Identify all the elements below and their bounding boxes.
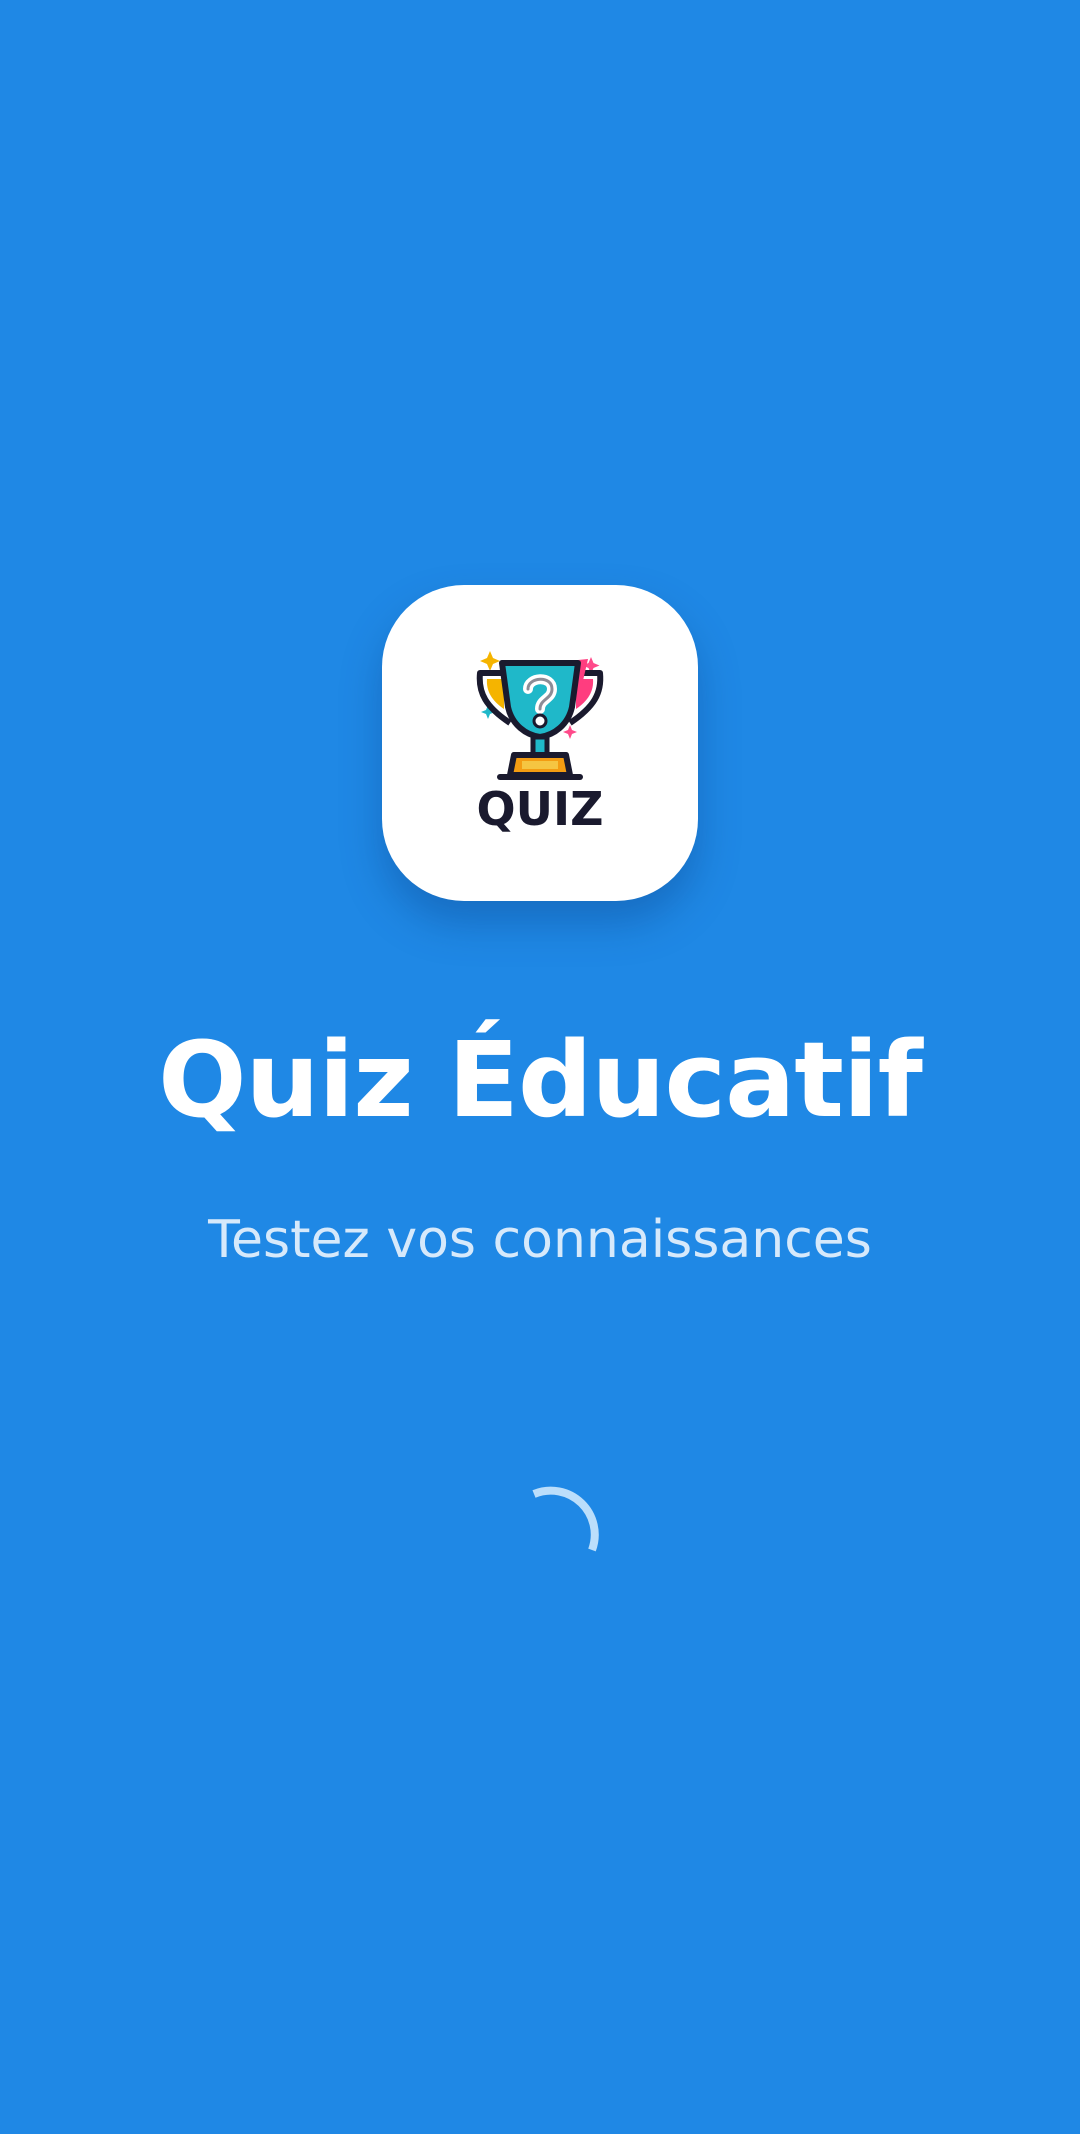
app-title: Quiz Éducatif	[158, 1019, 923, 1141]
app-logo: QUIZ	[382, 585, 698, 901]
app-subtitle: Testez vos connaissances	[208, 1210, 872, 1270]
logo-text: QUIZ	[477, 782, 604, 836]
loading-spinner	[532, 1486, 599, 1552]
splash-screen: QUIZ Quiz Éducatif Testez vos connaissan…	[0, 0, 1080, 2134]
trophy-question-icon: QUIZ	[477, 651, 604, 836]
